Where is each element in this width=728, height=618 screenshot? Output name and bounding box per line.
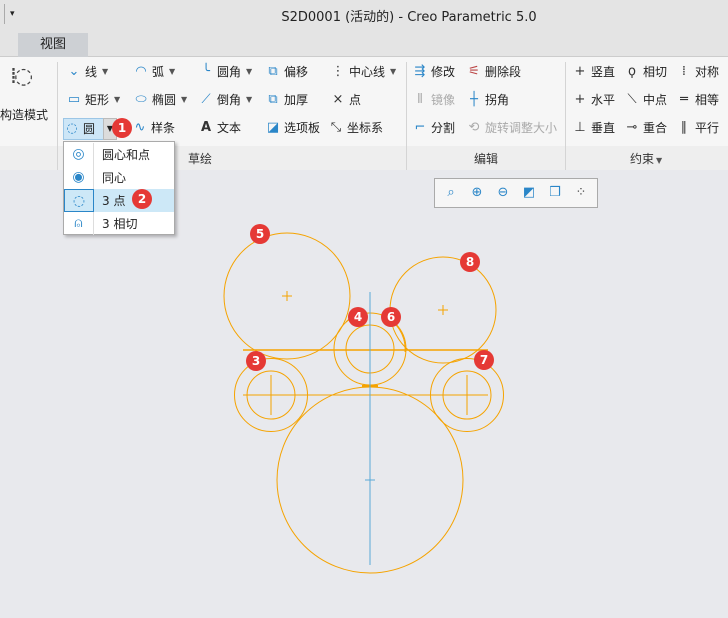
menu-item-center-point[interactable]: ◎ 圆心和点 bbox=[64, 143, 174, 166]
zoom-out-icon[interactable]: ⊖ bbox=[493, 183, 513, 203]
menu-item-3-point[interactable]: ◌ 3 点 bbox=[64, 189, 174, 212]
menu-item-concentric[interactable]: ◉ 同心 bbox=[64, 166, 174, 189]
view-toolbar: ⌕ ⊕ ⊖ ◩ ❒ ⁘ bbox=[434, 178, 598, 208]
step-badge: 8 bbox=[460, 252, 480, 272]
step-badge: 4 bbox=[348, 307, 368, 327]
sketcher-display-icon[interactable]: ⁘ bbox=[571, 183, 591, 203]
display-style-icon[interactable]: ❒ bbox=[545, 183, 565, 203]
center-point-circle-icon: ◎ bbox=[64, 143, 94, 166]
step-badge: 3 bbox=[246, 351, 266, 371]
label: 同心 bbox=[102, 171, 127, 185]
label: 3 点 bbox=[102, 194, 126, 208]
zoom-in-icon[interactable]: ⊕ bbox=[467, 183, 487, 203]
step-badge: 7 bbox=[474, 350, 494, 370]
label: 3 相切 bbox=[102, 217, 138, 231]
menu-item-3-tangent[interactable]: ⍝ 3 相切 bbox=[64, 212, 174, 235]
step-badge: 1 bbox=[112, 118, 132, 138]
repaint-icon[interactable]: ◩ bbox=[519, 183, 539, 203]
refit-icon[interactable]: ⌕ bbox=[441, 183, 461, 203]
label: 圆心和点 bbox=[102, 148, 151, 162]
step-badge: 5 bbox=[250, 224, 270, 244]
circle-type-menu: ◎ 圆心和点 ◉ 同心 ◌ 3 点 ⍝ 3 相切 bbox=[63, 141, 175, 235]
step-badge: 6 bbox=[381, 307, 401, 327]
three-tangent-icon: ⍝ bbox=[64, 212, 94, 235]
concentric-icon: ◉ bbox=[64, 166, 94, 189]
three-point-circle-icon: ◌ bbox=[64, 189, 94, 212]
step-badge: 2 bbox=[132, 189, 152, 209]
